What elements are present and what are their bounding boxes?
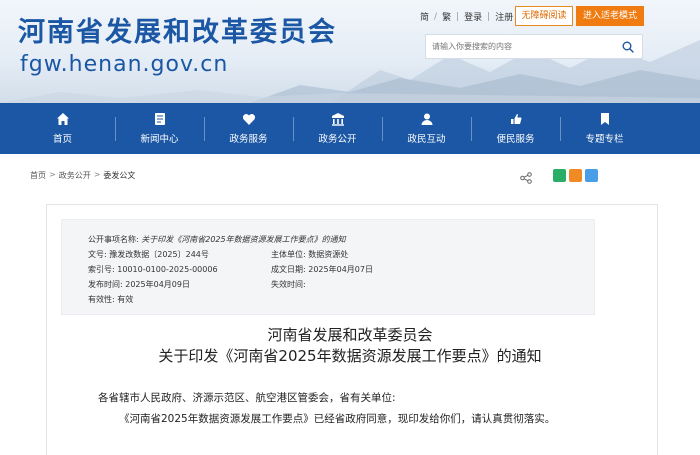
item-name-value: 关于印发《河南省2025年数据资源发展工作要点》的通知 bbox=[141, 235, 346, 244]
breadcrumb-separator: > bbox=[49, 170, 56, 179]
site-title[interactable]: 河南省发展和改革委员会 bbox=[18, 10, 337, 49]
top-links: 简 / 繁 | 登录 | 注册 bbox=[420, 10, 513, 24]
breadcrumb-home[interactable]: 首页 bbox=[30, 170, 46, 181]
nav-item-news[interactable]: 新闻中心 bbox=[115, 103, 204, 154]
item-name-label: 公开事项名称: bbox=[88, 235, 139, 244]
wechat-icon[interactable] bbox=[553, 169, 566, 182]
validity-value: 有效 bbox=[117, 295, 134, 304]
social-share bbox=[553, 169, 598, 182]
site-header: 河南省发展和改革委员会 fgw.henan.gov.cn 简 / 繁 | 登录 … bbox=[0, 0, 700, 103]
nav-item-topics[interactable]: 专题专栏 bbox=[560, 103, 649, 154]
news-icon bbox=[154, 113, 165, 125]
elder-mode-button[interactable]: 进入适老模式 bbox=[576, 6, 644, 26]
link-separator: / bbox=[434, 11, 438, 22]
nav-label: 政务公开 bbox=[318, 134, 357, 145]
nav-item-home[interactable]: 首页 bbox=[0, 103, 115, 154]
weibo-icon[interactable] bbox=[569, 169, 582, 182]
link-separator: | bbox=[487, 11, 491, 22]
nav-label: 专题专栏 bbox=[585, 134, 624, 145]
document-paragraph: 《河南省2025年数据资源发展工作要点》已经省政府同意，现印发给你们，请认真贯彻… bbox=[119, 413, 556, 425]
index-value: 10010-0100-2025-00006 bbox=[117, 265, 218, 274]
nav-item-interaction[interactable]: 政民互动 bbox=[382, 103, 471, 154]
dept-label: 主体单位: bbox=[271, 250, 306, 259]
traditional-link[interactable]: 繁 bbox=[442, 10, 451, 23]
search-icon[interactable] bbox=[622, 41, 634, 53]
main-nav: 首页 新闻中心 政务服务 政务公开 政民互动 便民服务 专题专栏 bbox=[0, 103, 700, 154]
expiry-label: 失效时间: bbox=[271, 280, 306, 289]
nav-label: 便民服务 bbox=[496, 134, 535, 145]
metadata-box: 公开事项名称: 关于印发《河南省2025年数据资源发展工作要点》的通知 文号: … bbox=[61, 219, 595, 315]
login-link[interactable]: 登录 bbox=[464, 10, 482, 23]
open-icon bbox=[331, 113, 344, 126]
breadcrumb-gov-open[interactable]: 政务公开 bbox=[59, 170, 91, 181]
published-label: 发布时间: bbox=[88, 280, 123, 289]
document-salutation: 各省辖市人民政府、济源示范区、航空港区管委会，省有关单位: bbox=[98, 392, 396, 404]
validity-label: 有效性: bbox=[88, 295, 115, 304]
nav-label: 新闻中心 bbox=[140, 134, 179, 145]
doc-no-label: 文号: bbox=[88, 250, 107, 259]
document-title: 关于印发《河南省2025年数据资源发展工作要点》的通知 bbox=[158, 347, 542, 365]
site-url[interactable]: fgw.henan.gov.cn bbox=[20, 52, 228, 77]
nav-item-convenience[interactable]: 便民服务 bbox=[471, 103, 560, 154]
home-icon bbox=[56, 113, 69, 125]
convenience-icon bbox=[510, 114, 521, 124]
dept-value: 数据资源处 bbox=[308, 250, 349, 259]
created-value: 2025年04月07日 bbox=[308, 265, 373, 274]
register-link[interactable]: 注册 bbox=[495, 10, 513, 23]
doc-no-value: 豫发改数据〔2025〕244号 bbox=[109, 250, 209, 259]
breadcrumb: 首页 > 政务公开 > 委发公文 bbox=[30, 170, 135, 181]
nav-item-gov-service[interactable]: 政务服务 bbox=[204, 103, 293, 154]
qzone-icon[interactable] bbox=[585, 169, 598, 182]
document-issuer: 河南省发展和改革委员会 bbox=[267, 326, 433, 344]
document-body: 各省辖市人民政府、济源示范区、航空港区管委会，省有关单位: 《河南省2025年数… bbox=[98, 388, 568, 430]
nav-label: 政务服务 bbox=[229, 134, 268, 145]
topic-icon bbox=[600, 113, 609, 125]
nav-label: 政民互动 bbox=[407, 134, 446, 145]
simplified-link[interactable]: 简 bbox=[420, 10, 429, 23]
service-icon bbox=[242, 114, 255, 125]
accessible-reading-button[interactable]: 无障碍阅读 bbox=[515, 6, 573, 26]
search-box bbox=[425, 34, 643, 59]
index-label: 索引号: bbox=[88, 265, 115, 274]
search-input[interactable] bbox=[432, 42, 612, 51]
created-label: 成文日期: bbox=[271, 265, 306, 274]
breadcrumb-separator: > bbox=[93, 170, 101, 179]
link-separator: | bbox=[456, 11, 460, 22]
interaction-icon bbox=[421, 113, 432, 125]
published-value: 2025年04月09日 bbox=[125, 280, 190, 289]
nav-item-gov-open[interactable]: 政务公开 bbox=[293, 103, 382, 154]
nav-label: 首页 bbox=[52, 134, 72, 145]
breadcrumb-current: 委发公文 bbox=[103, 171, 136, 180]
share-icon[interactable] bbox=[520, 172, 532, 184]
